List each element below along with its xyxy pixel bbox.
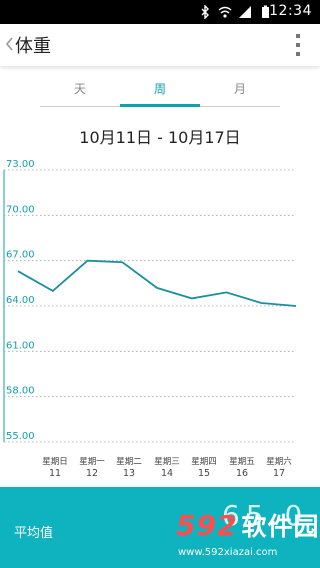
x-tick-date-label: 17 bbox=[273, 468, 285, 479]
y-tick-label: 58.00 bbox=[6, 386, 35, 397]
x-tick-date-label: 11 bbox=[49, 468, 61, 479]
tab-month[interactable]: 月 bbox=[200, 78, 280, 106]
tab-day[interactable]: 天 bbox=[40, 78, 120, 106]
weight-chart: 73.00 70.00 67.00 64.00 61.00 58.00 55.00 星期日 11… bbox=[0, 155, 320, 485]
x-tick-day-label: 星期六 bbox=[266, 456, 292, 467]
x-tick-date-label: 12 bbox=[86, 468, 98, 479]
watermark-logo: 592 软件园 www.592xiazai.com bbox=[170, 505, 320, 565]
period-tabs: 天 周 月 bbox=[40, 78, 280, 107]
y-tick-label: 61.00 bbox=[6, 340, 35, 351]
y-tick-label: 55.00 bbox=[6, 431, 35, 442]
bluetooth-icon bbox=[201, 5, 209, 19]
x-tick-date-label: 15 bbox=[198, 468, 210, 479]
y-tick-label: 73.00 bbox=[6, 159, 35, 170]
overflow-menu-icon[interactable] bbox=[295, 34, 301, 56]
watermark-logo-number: 592 bbox=[176, 509, 238, 542]
chevron-left-icon[interactable] bbox=[4, 34, 14, 54]
status-bar: 12:34 bbox=[0, 0, 320, 24]
tab-week[interactable]: 周 bbox=[120, 78, 200, 107]
x-tick-day-label: 星期一 bbox=[79, 457, 105, 467]
x-tick-date-label: 14 bbox=[161, 468, 173, 479]
x-tick-day-label: 星期五 bbox=[229, 457, 255, 467]
page-title: 体重 bbox=[15, 36, 51, 57]
x-tick-day-label: 星期二 bbox=[116, 457, 142, 467]
x-tick-day-label: 星期四 bbox=[191, 457, 217, 467]
weight-line-chart: 73.00 70.00 67.00 64.00 61.00 58.00 55.00 星期日11… bbox=[3, 159, 297, 479]
weight-series-line bbox=[17, 259, 297, 307]
x-tick-date-label: 13 bbox=[123, 468, 135, 479]
wifi-icon bbox=[218, 6, 232, 18]
signal-icon bbox=[239, 6, 251, 18]
app-bar: 体重 bbox=[0, 24, 320, 66]
y-tick-label: 70.00 bbox=[6, 204, 35, 215]
watermark-url: www.592xiazai.com bbox=[178, 547, 278, 558]
watermark-logo-text: 592 软件园 bbox=[176, 507, 319, 543]
x-tick-day-label: 星期日 bbox=[42, 457, 68, 467]
y-tick-label: 67.00 bbox=[6, 250, 35, 261]
status-icons bbox=[198, 4, 272, 20]
average-label: 平均值 bbox=[14, 526, 54, 541]
x-tick-day-label: 星期三 bbox=[154, 457, 180, 467]
x-tick-date-label: 16 bbox=[236, 468, 248, 479]
status-time: 12:34 bbox=[269, 3, 312, 19]
y-tick-label: 64.00 bbox=[6, 295, 35, 306]
date-range: 10月11日 - 10月17日 bbox=[79, 128, 241, 147]
summary-bar: 平均值 65.0 592 软件园 www.592xiazai.com bbox=[0, 487, 320, 568]
watermark-logo-cn: 软件园 bbox=[241, 512, 320, 541]
